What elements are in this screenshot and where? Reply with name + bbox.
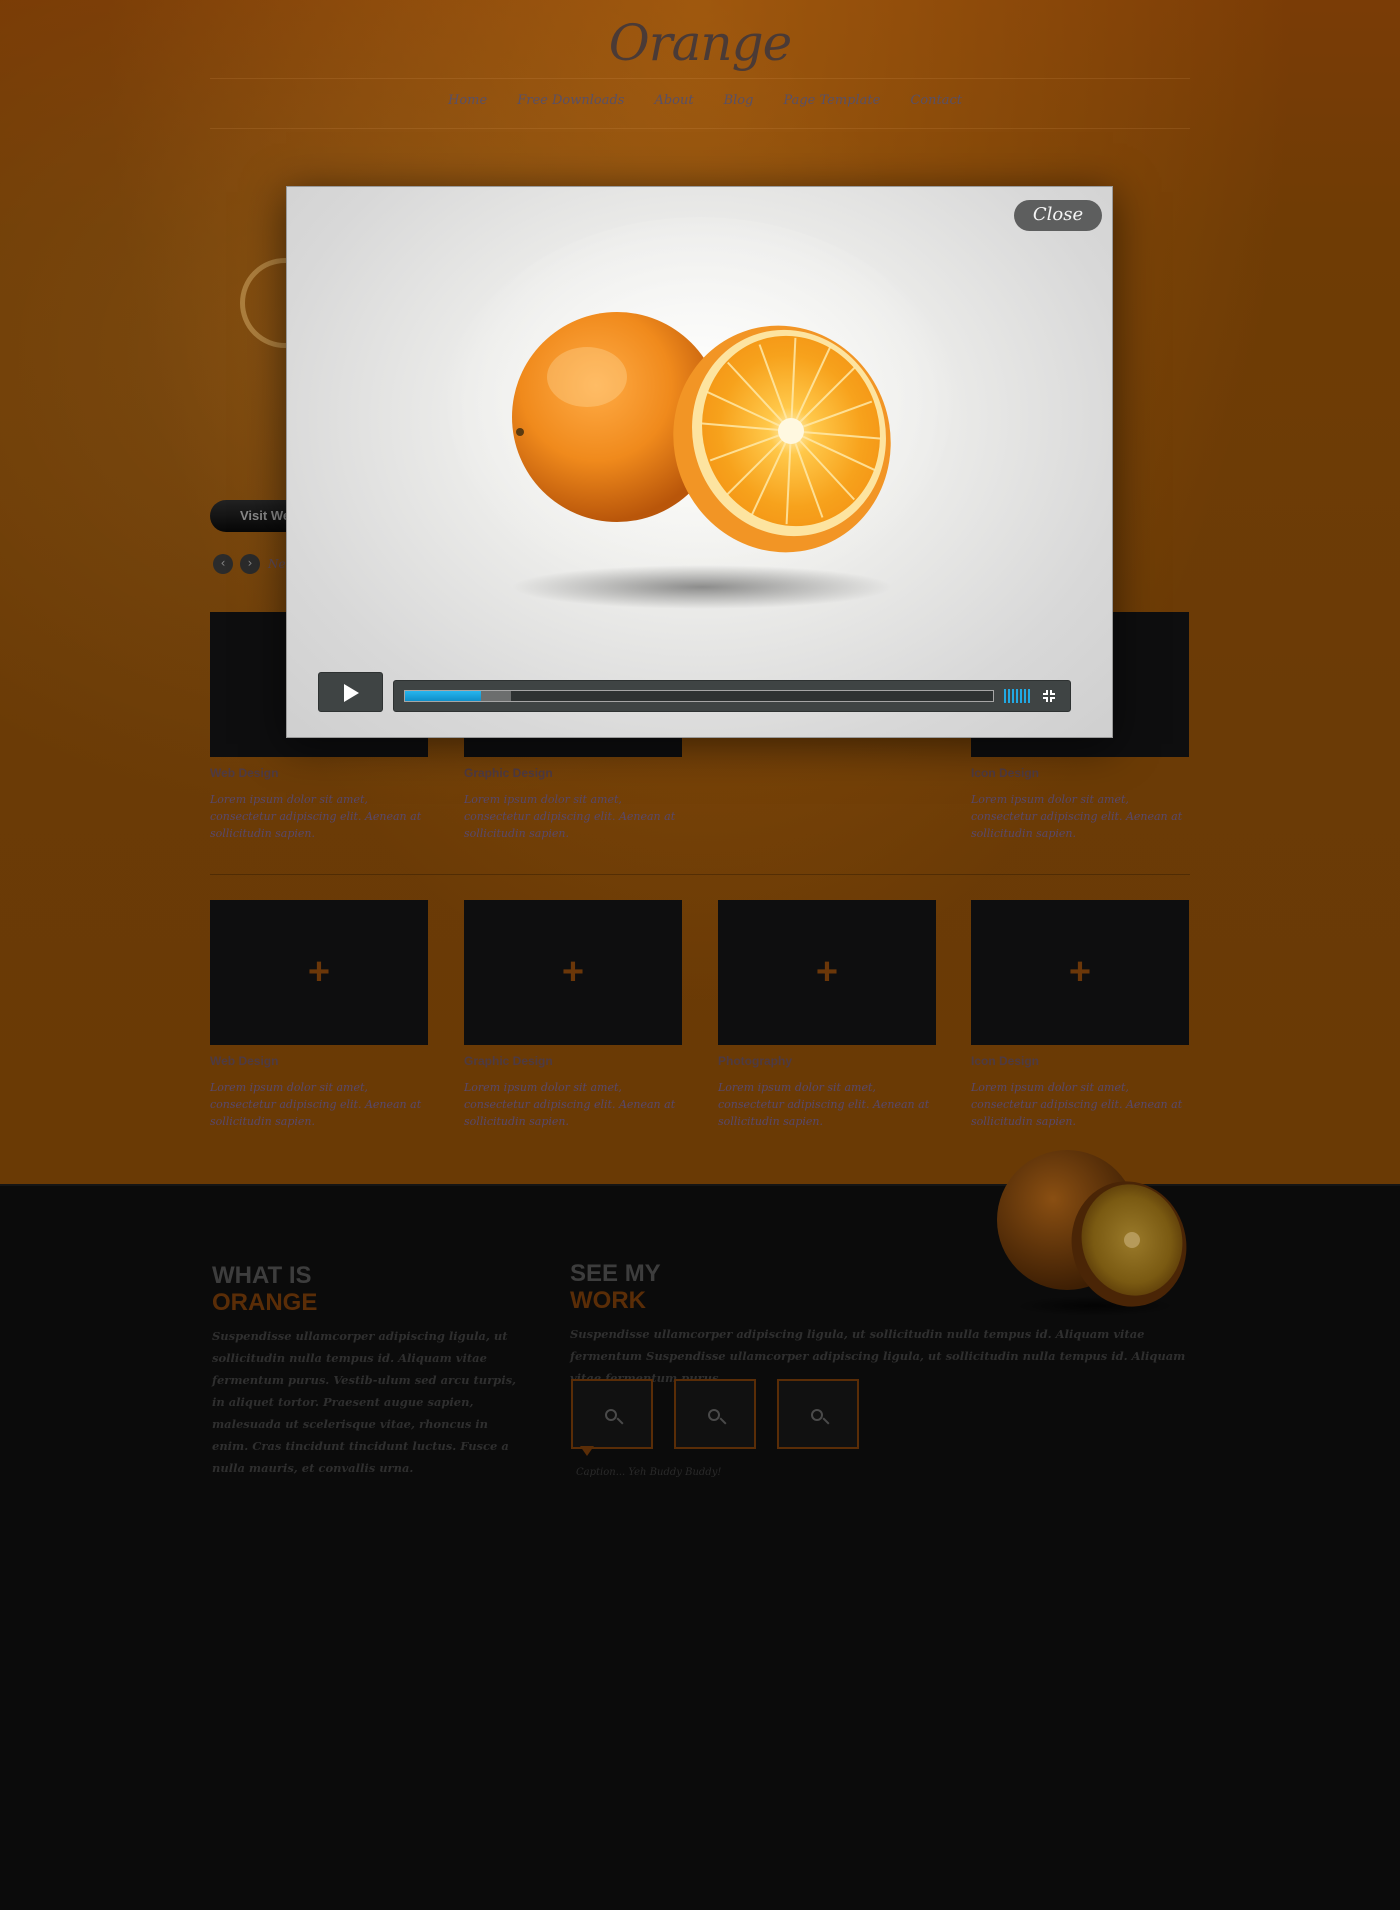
row-divider [210, 874, 1190, 875]
nav-item-about[interactable]: About [654, 93, 693, 108]
play-button[interactable] [318, 672, 383, 712]
nav-item-free-downloads[interactable]: Free Downloads [517, 93, 624, 108]
volume-bar [1012, 689, 1014, 703]
volume-bar [1024, 689, 1026, 703]
nav-item-home[interactable]: Home [448, 93, 487, 108]
main-nav: Home Free Downloads About Blog Page Temp… [0, 93, 1400, 108]
volume-bar [1016, 689, 1018, 703]
plus-icon: + [815, 951, 839, 993]
volume-bar [1008, 689, 1010, 703]
plus-icon: + [1068, 951, 1092, 993]
portfolio-tile[interactable]: + [210, 900, 428, 1045]
played-progress [405, 691, 482, 701]
nav-item-blog[interactable]: Blog [724, 93, 754, 108]
thumbnail-pointer [580, 1446, 594, 1456]
footer-section [0, 1184, 1400, 1910]
portfolio-desc: Lorem ipsum dolor sit amet, consectetur … [971, 793, 1183, 840]
about-text: Suspendisse ullamcorper adipiscing ligul… [212, 1329, 517, 1475]
about-heading-line2: ORANGE [212, 1289, 318, 1316]
portfolio-title[interactable]: Icon Design [971, 1054, 1189, 1068]
volume-bar [1020, 689, 1022, 703]
portfolio-title[interactable]: Icon Design [971, 766, 1189, 780]
portfolio-tile[interactable]: + [464, 900, 682, 1045]
play-icon [344, 684, 359, 702]
work-heading-line1: SEE MY [570, 1260, 661, 1287]
portfolio-tile[interactable]: + [718, 900, 936, 1045]
close-button[interactable]: Close [1014, 200, 1102, 231]
portfolio-title[interactable]: Graphic Design [464, 1054, 682, 1068]
work-thumbnail[interactable] [777, 1379, 859, 1449]
portfolio-title[interactable]: Web Design [210, 766, 428, 780]
volume-control[interactable] [1004, 689, 1030, 703]
portfolio-desc: Lorem ipsum dolor sit amet, consectetur … [718, 1081, 930, 1128]
work-caption: Caption... Yeh Buddy Buddy! [576, 1467, 722, 1478]
nav-divider-bottom [210, 128, 1190, 129]
plus-icon: + [307, 951, 331, 993]
magnifier-icon [708, 1409, 720, 1421]
seek-bar[interactable] [404, 690, 994, 702]
prev-arrow-icon[interactable]: ‹ [213, 554, 233, 574]
next-arrow-icon[interactable]: › [240, 554, 260, 574]
work-thumbnail[interactable] [674, 1379, 756, 1449]
portfolio-desc: Lorem ipsum dolor sit amet, consectetur … [464, 1081, 676, 1128]
orange-video-frame [440, 217, 960, 617]
nav-divider-top [210, 78, 1190, 79]
work-heading-line2: WORK [570, 1287, 646, 1314]
video-controls [393, 680, 1071, 712]
portfolio-desc: Lorem ipsum dolor sit amet, consectetur … [464, 793, 676, 840]
magnifier-icon [605, 1409, 617, 1421]
work-thumbnail[interactable] [571, 1379, 653, 1449]
video-lightbox: Close [286, 186, 1113, 738]
nav-item-contact[interactable]: Contact [910, 93, 962, 108]
portfolio-desc: Lorem ipsum dolor sit amet, consectetur … [210, 1081, 422, 1128]
work-heading: SEE MY WORK [570, 1260, 661, 1314]
about-heading-line1: WHAT IS [212, 1262, 312, 1289]
volume-bar [1028, 689, 1030, 703]
portfolio-desc: Lorem ipsum dolor sit amet, consectetur … [210, 793, 422, 840]
footer-orange-image [997, 1150, 1187, 1316]
portfolio-title[interactable]: Graphic Design [464, 766, 682, 780]
magnifier-icon [811, 1409, 823, 1421]
site-logo[interactable]: Orange [0, 14, 1400, 72]
slider-next-label: Ne [268, 557, 286, 571]
volume-bar [1004, 689, 1006, 703]
fullscreen-exit-icon[interactable] [1042, 689, 1056, 703]
portfolio-title[interactable]: Photography [718, 1054, 936, 1068]
plus-icon: + [561, 951, 585, 993]
portfolio-desc: Lorem ipsum dolor sit amet, consectetur … [971, 1081, 1183, 1128]
portfolio-title[interactable]: Web Design [210, 1054, 428, 1068]
work-text: Suspendisse ullamcorper adipiscing ligul… [570, 1327, 1186, 1385]
portfolio-tile[interactable]: + [971, 900, 1189, 1045]
slider-arrows: ‹ › [213, 554, 260, 574]
about-heading: WHAT IS ORANGE [212, 1262, 317, 1316]
nav-item-page-template[interactable]: Page Template [783, 93, 880, 108]
